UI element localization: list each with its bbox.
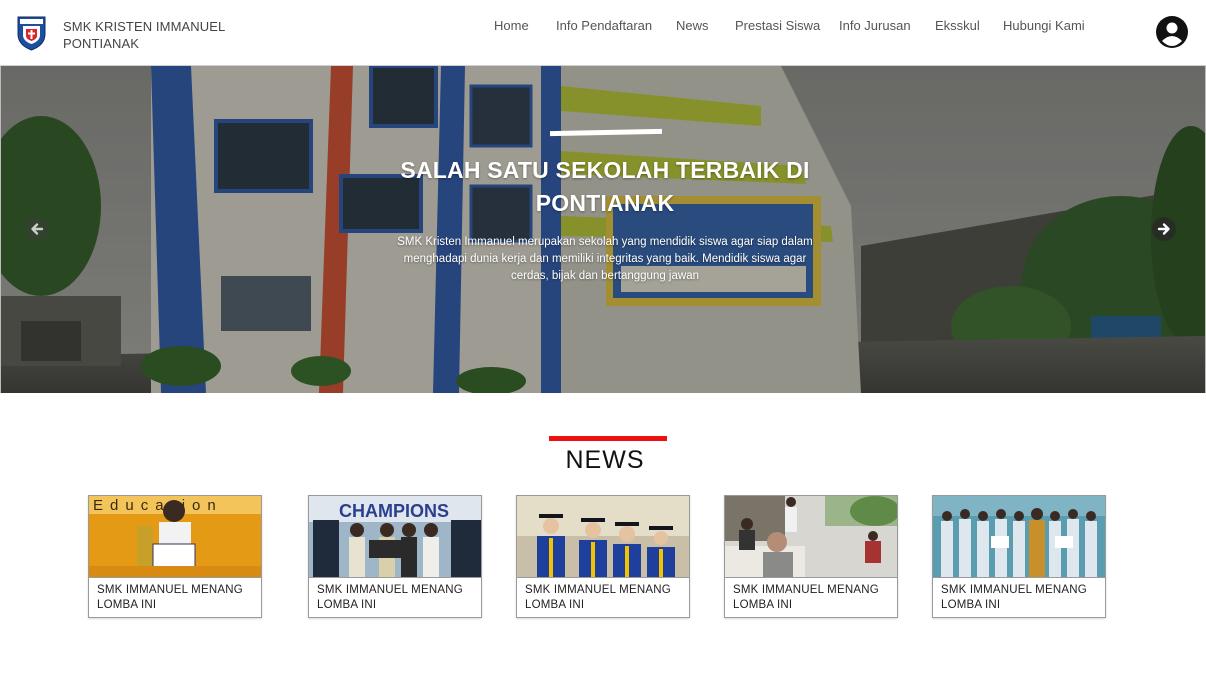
news-card-caption: SMK IMMANUEL MENANG LOMBA INI: [97, 584, 243, 611]
nav-info-pendaftaran[interactable]: Info Pendaftaran: [556, 18, 652, 33]
news-card-caption: SMK IMMANUEL MENANG LOMBA INI: [941, 584, 1087, 611]
nav-prestasi-siswa[interactable]: Prestasi Siswa: [735, 18, 820, 33]
account-circle-icon[interactable]: [1155, 15, 1189, 49]
hero-description: SMK Kristen Immanuel merupakan sekolah y…: [397, 236, 813, 282]
nav-info-jurusan[interactable]: Info Jurusan: [839, 18, 911, 33]
news-section-title: NEWS: [565, 446, 645, 474]
site-header: SMK KRISTEN IMMANUEL PONTIANAK Home Info…: [0, 0, 1206, 66]
news-card[interactable]: SMK IMMANUEL MENANG LOMBA INI: [516, 495, 690, 618]
carousel-prev-button[interactable]: [25, 217, 49, 241]
nav-news[interactable]: News: [676, 18, 709, 33]
arrow-left-circle-icon: [31, 223, 44, 235]
news-card-image: [725, 496, 897, 578]
hero-title: SALAH SATU SEKOLAH TERBAIK DI PONTIANAK: [400, 157, 810, 216]
news-card-image: CHAMPIONS: [309, 496, 481, 578]
nav-hubungi-kami[interactable]: Hubungi Kami: [1003, 18, 1085, 33]
news-card[interactable]: SMK IMMANUEL MENANG LOMBA INI: [932, 495, 1106, 618]
news-card-caption: SMK IMMANUEL MENANG LOMBA INI: [733, 584, 879, 611]
news-card[interactable]: Education SMK IMMANUEL MENANG LOMBA INI: [88, 495, 262, 618]
news-card-image: [933, 496, 1105, 578]
news-accent-bar: [549, 436, 667, 441]
news-card-thumb-text: CHAMPIONS: [339, 501, 449, 521]
news-card-caption: SMK IMMANUEL MENANG LOMBA INI: [525, 584, 671, 611]
arrow-right-circle-icon: [1157, 223, 1170, 235]
nav-home[interactable]: Home: [494, 18, 529, 33]
hero-carousel: SALAH SATU SEKOLAH TERBAIK DI PONTIANAK …: [0, 66, 1206, 393]
main-nav: Home Info Pendaftaran News Prestasi Sisw…: [0, 18, 1206, 38]
news-card-image: [517, 496, 689, 578]
news-card[interactable]: SMK IMMANUEL MENANG LOMBA INI: [724, 495, 898, 618]
news-card-thumb-text: Education: [93, 497, 223, 514]
hero-background-image: [1, 66, 1205, 393]
news-card-image: Education: [89, 496, 261, 578]
carousel-next-button[interactable]: [1152, 217, 1176, 241]
nav-eksskul[interactable]: Eksskul: [935, 18, 980, 33]
news-card[interactable]: CHAMPIONS SMK IMMANUEL MENANG LOMBA INI: [308, 495, 482, 618]
news-card-caption: SMK IMMANUEL MENANG LOMBA INI: [317, 584, 463, 611]
